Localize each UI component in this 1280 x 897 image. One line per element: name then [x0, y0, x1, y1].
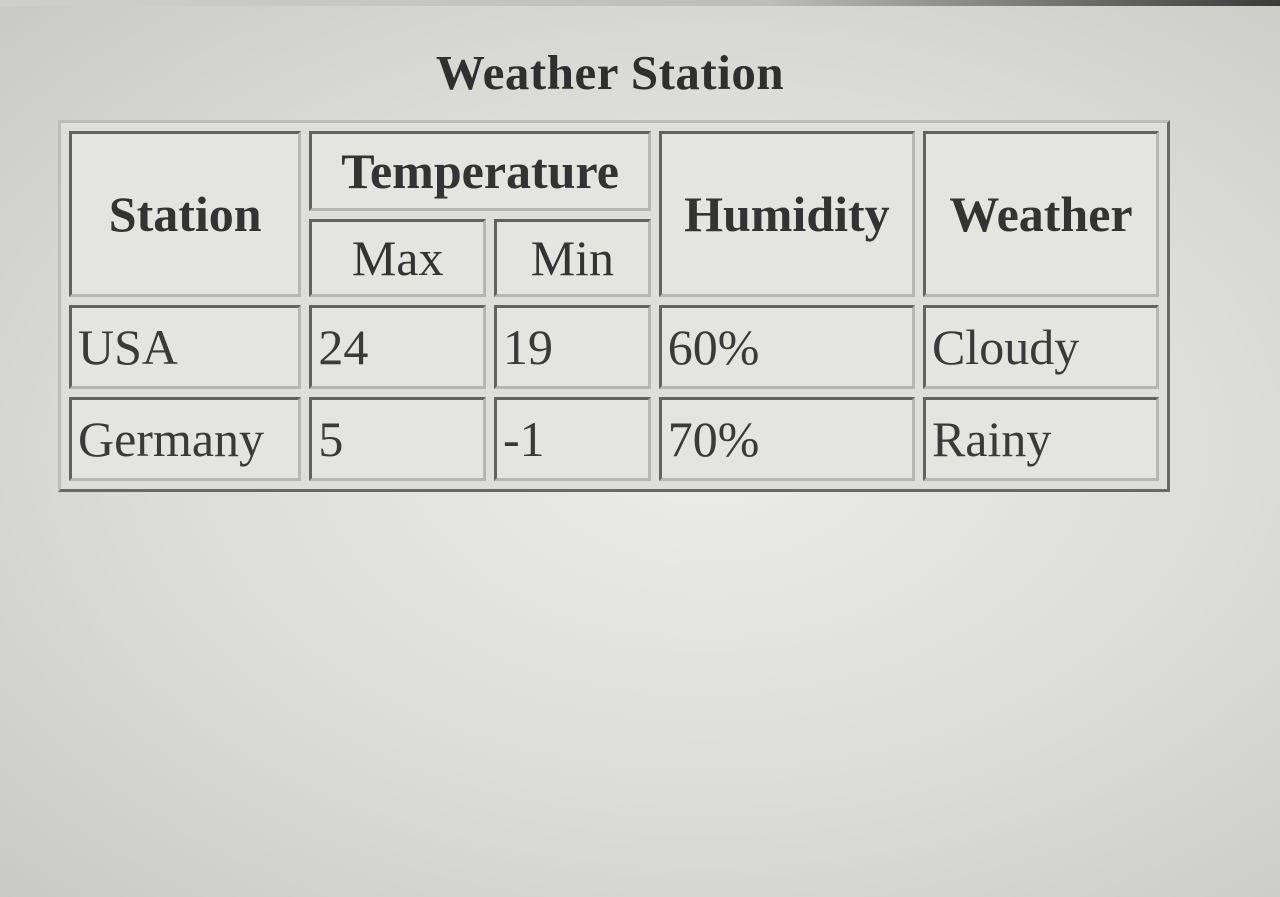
cell-humidity: 70% — [658, 397, 915, 481]
cell-max: 24 — [309, 305, 486, 389]
cell-min: -1 — [493, 397, 651, 481]
weather-table: Station Temperature Humidity Weather Max… — [58, 120, 1170, 492]
table-header-row: Station Temperature Humidity Weather — [69, 131, 1159, 297]
header-weather: Weather — [922, 131, 1159, 297]
cell-station: Germany — [69, 397, 302, 481]
header-temperature: Temperature — [309, 131, 651, 211]
header-station: Station — [69, 131, 302, 297]
cell-weather: Rainy — [922, 397, 1159, 481]
header-humidity: Humidity — [658, 131, 915, 297]
cell-station: USA — [69, 305, 302, 389]
table-row: Germany 5 -1 70% Rainy — [69, 397, 1159, 481]
page-title: Weather Station — [435, 45, 785, 100]
cell-min: 19 — [493, 305, 651, 389]
table-body: USA 24 19 60% Cloudy Germany 5 -1 70% Ra… — [69, 305, 1159, 481]
header-min: Min — [493, 219, 651, 297]
header-max: Max — [309, 219, 486, 297]
table-header: Station Temperature Humidity Weather Max… — [69, 131, 1159, 297]
cell-max: 5 — [309, 397, 486, 481]
cell-humidity: 60% — [658, 305, 915, 389]
cell-weather: Cloudy — [922, 305, 1159, 389]
screen-top-edge — [0, 0, 1280, 6]
table-row: USA 24 19 60% Cloudy — [69, 305, 1159, 389]
